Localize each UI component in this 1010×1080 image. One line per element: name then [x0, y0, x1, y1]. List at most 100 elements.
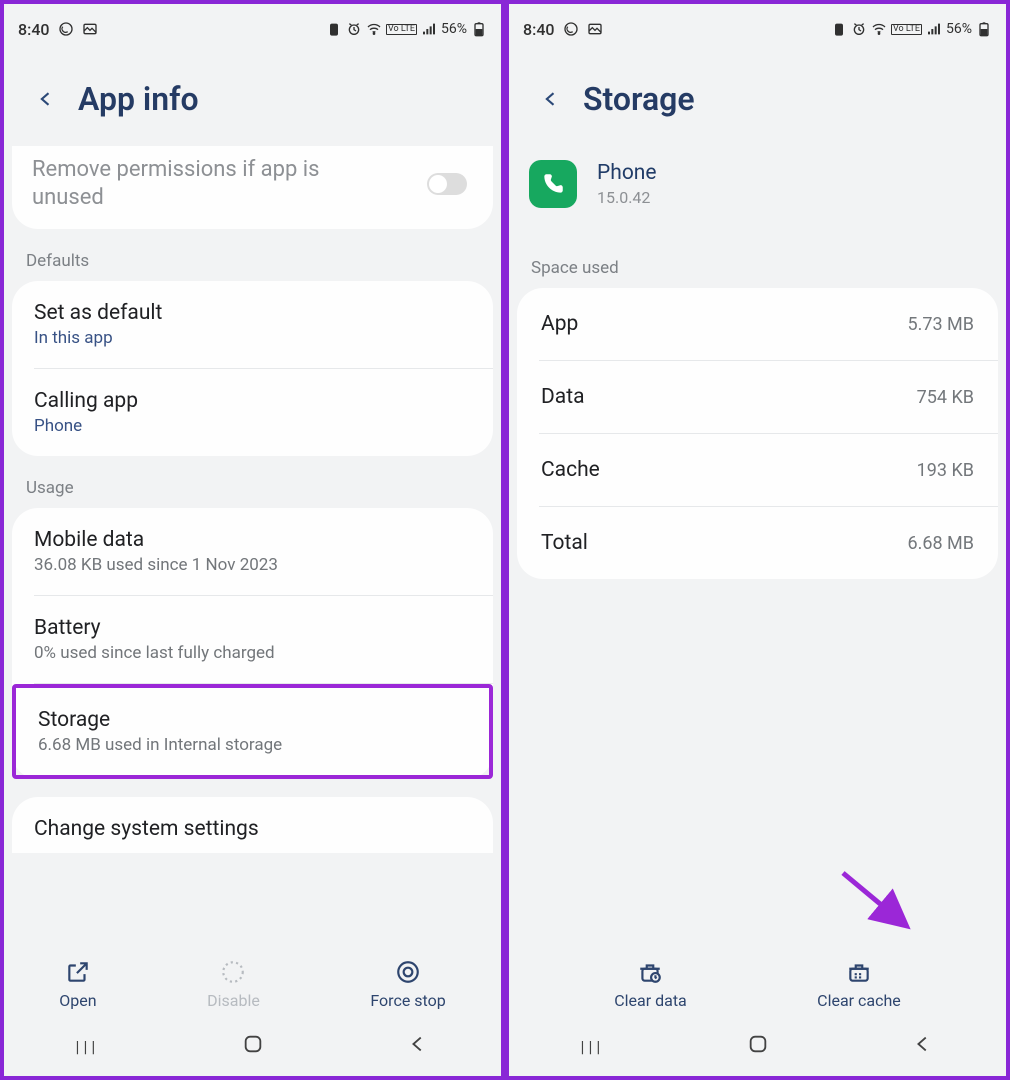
- open-label: Open: [59, 991, 96, 1010]
- remove-perms-row[interactable]: Remove permissions if app is unused: [12, 146, 493, 229]
- row-total: Total 6.68 MB: [517, 507, 998, 579]
- nav-home[interactable]: [242, 1033, 264, 1059]
- row-data-label: Data: [541, 385, 585, 409]
- force-stop-icon: [395, 959, 421, 985]
- whatsapp-icon: [58, 21, 74, 37]
- calling-app-title: Calling app: [34, 389, 471, 413]
- storage-title: Storage: [38, 708, 467, 732]
- header: Storage: [509, 48, 1006, 146]
- change-sys-title: Change system settings: [34, 817, 471, 841]
- back-icon[interactable]: [541, 85, 561, 113]
- row-app-value: 5.73 MB: [908, 314, 975, 335]
- annotation-arrow: [838, 868, 918, 938]
- disable-label: Disable: [207, 991, 260, 1010]
- set-default-title: Set as default: [34, 301, 471, 325]
- battery-sub: 0% used since last fully charged: [34, 643, 471, 663]
- wifi-icon: [366, 21, 382, 37]
- battery-title: Battery: [34, 616, 471, 640]
- nav-recents[interactable]: |||: [76, 1037, 100, 1056]
- signal-icon: [926, 21, 942, 37]
- alarm-icon: [851, 21, 867, 37]
- page-title: App info: [78, 80, 199, 118]
- signal-icon: [421, 21, 437, 37]
- nav-back[interactable]: [912, 1033, 934, 1059]
- mobile-data-title: Mobile data: [34, 528, 471, 552]
- open-icon: [65, 959, 91, 985]
- storage-item[interactable]: Storage 6.68 MB used in Internal storage: [12, 684, 493, 779]
- nav-bar: |||: [4, 1022, 501, 1076]
- calling-app-sub: Phone: [34, 416, 471, 436]
- nav-bar: |||: [509, 1022, 1006, 1076]
- nav-recents[interactable]: |||: [581, 1037, 605, 1056]
- mobile-data-item[interactable]: Mobile data 36.08 KB used since 1 Nov 20…: [12, 508, 493, 595]
- row-app: App 5.73 MB: [517, 288, 998, 360]
- row-app-label: App: [541, 312, 578, 336]
- remove-perms-card: Remove permissions if app is unused: [12, 146, 493, 229]
- row-cache: Cache 193 KB: [517, 434, 998, 506]
- battery-saver-icon: [326, 21, 342, 37]
- battery-icon: [976, 21, 992, 37]
- clear-cache-button[interactable]: Clear cache: [817, 959, 901, 1010]
- section-defaults: Defaults: [4, 229, 501, 281]
- set-default-sub: In this app: [34, 328, 471, 348]
- battery-saver-icon: [831, 21, 847, 37]
- clear-cache-label: Clear cache: [817, 991, 901, 1010]
- wifi-icon: [871, 21, 887, 37]
- row-cache-label: Cache: [541, 458, 600, 482]
- image-icon: [82, 21, 98, 37]
- more-card: Change system settings: [12, 797, 493, 853]
- battery-icon: [471, 21, 487, 37]
- action-bar: Clear data Clear cache: [509, 949, 1006, 1022]
- row-total-value: 6.68 MB: [908, 533, 975, 554]
- force-stop-label: Force stop: [370, 991, 445, 1010]
- open-button[interactable]: Open: [59, 959, 96, 1010]
- force-stop-button[interactable]: Force stop: [370, 959, 445, 1010]
- alarm-icon: [346, 21, 362, 37]
- defaults-card: Set as default In this app Calling app P…: [12, 281, 493, 456]
- status-battery: 56%: [946, 21, 972, 37]
- section-usage: Usage: [4, 456, 501, 508]
- clear-data-button[interactable]: Clear data: [614, 959, 687, 1010]
- disable-button[interactable]: Disable: [207, 959, 260, 1010]
- set-default-item[interactable]: Set as default In this app: [12, 281, 493, 368]
- back-icon[interactable]: [36, 85, 56, 113]
- status-time: 8:40: [523, 20, 555, 39]
- app-header: Phone 15.0.42: [509, 146, 1006, 236]
- clear-data-icon: [637, 959, 663, 985]
- mobile-data-sub: 36.08 KB used since 1 Nov 2023: [34, 555, 471, 575]
- app-version: 15.0.42: [597, 188, 657, 207]
- clear-data-label: Clear data: [614, 991, 687, 1010]
- battery-item[interactable]: Battery 0% used since last fully charged: [12, 596, 493, 683]
- status-bar: 8:40 Vo LTE 56%: [4, 10, 501, 48]
- storage-sub: 6.68 MB used in Internal storage: [38, 735, 467, 755]
- row-data-value: 754 KB: [917, 387, 974, 408]
- disable-icon: [220, 959, 246, 985]
- remove-perms-label: Remove permissions if app is unused: [32, 156, 372, 211]
- app-name: Phone: [597, 161, 657, 185]
- calling-app-item[interactable]: Calling app Phone: [12, 369, 493, 456]
- row-cache-value: 193 KB: [917, 460, 974, 481]
- status-time: 8:40: [18, 20, 50, 39]
- header: App info: [4, 48, 501, 146]
- page-title: Storage: [583, 80, 695, 118]
- volte-icon: Vo LTE: [891, 24, 922, 35]
- status-bar: 8:40 Vo LTE 56%: [509, 10, 1006, 48]
- screenshot-app-info: 8:40 Vo LTE 56% App info Remove permissi…: [0, 0, 505, 1080]
- screenshot-storage: 8:40 Vo LTE 56% Storage Phone 15.0.42 Sp…: [505, 0, 1010, 1080]
- row-total-label: Total: [541, 531, 588, 555]
- section-space-used: Space used: [509, 236, 1006, 288]
- clear-cache-icon: [846, 959, 872, 985]
- action-bar: Open Disable Force stop: [4, 949, 501, 1022]
- status-battery: 56%: [441, 21, 467, 37]
- volte-icon: Vo LTE: [386, 24, 417, 35]
- whatsapp-icon: [563, 21, 579, 37]
- toggle-switch[interactable]: [427, 173, 467, 195]
- change-sys-item[interactable]: Change system settings: [12, 797, 493, 853]
- nav-home[interactable]: [747, 1033, 769, 1059]
- row-data: Data 754 KB: [517, 361, 998, 433]
- space-used-card: App 5.73 MB Data 754 KB Cache 193 KB Tot…: [517, 288, 998, 579]
- usage-card: Mobile data 36.08 KB used since 1 Nov 20…: [12, 508, 493, 779]
- nav-back[interactable]: [407, 1033, 429, 1059]
- phone-app-icon: [529, 160, 577, 208]
- image-icon: [587, 21, 603, 37]
